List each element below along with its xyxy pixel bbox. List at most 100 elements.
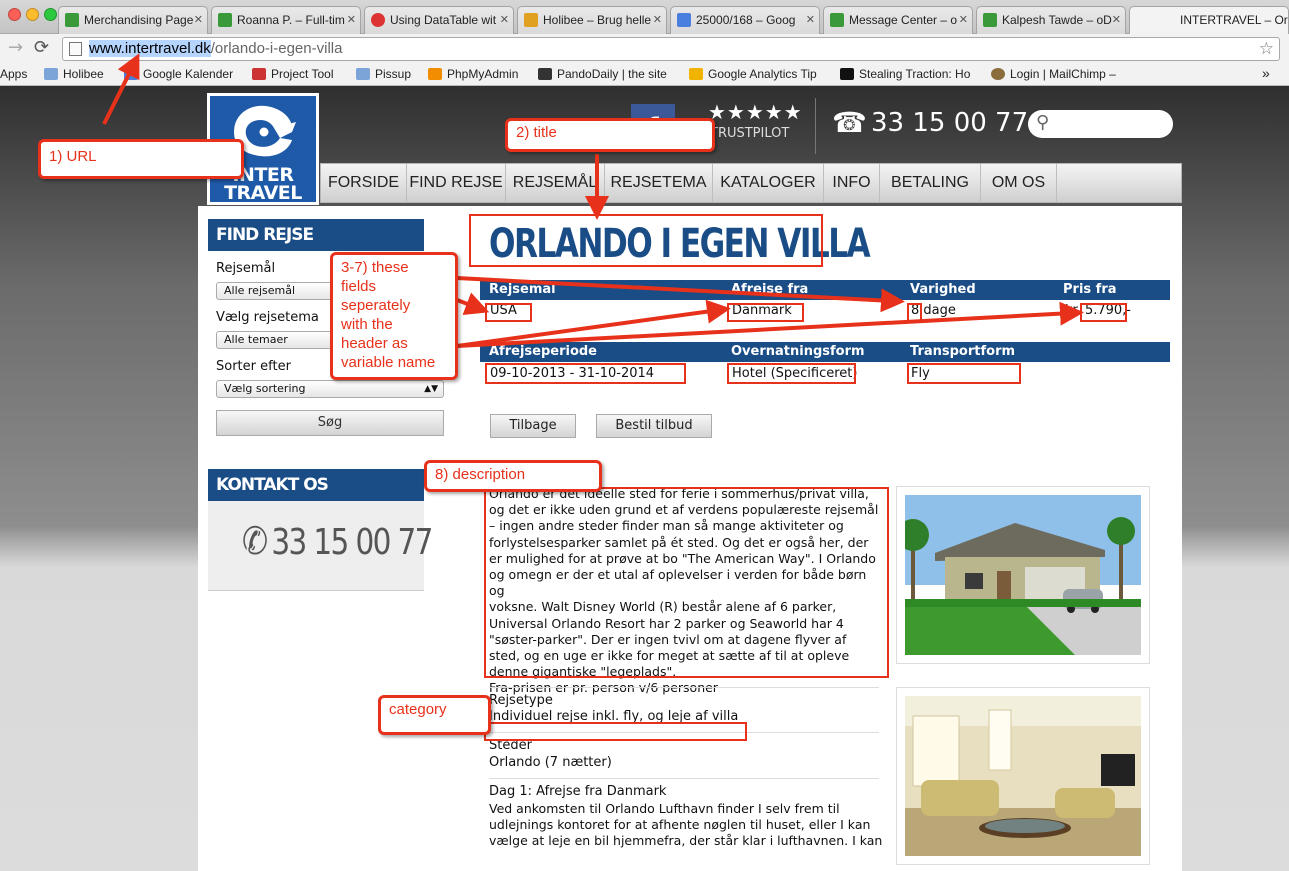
villa-exterior-photo[interactable] [896,486,1150,664]
villa-exterior-image [905,495,1141,655]
url-host: www.intertravel.dk [89,40,211,57]
zoom-window-button[interactable] [44,8,57,21]
medium-icon [840,68,854,80]
header-rejsemal: Rejsemål [489,282,556,297]
nav-kataloger[interactable]: KATALOGER [713,164,824,202]
nav-rejsemal[interactable]: REJSEMÅL [506,164,605,202]
nav-info[interactable]: INFO [824,164,880,202]
highlight-danmark [727,303,804,322]
nav-forside[interactable]: FORSIDE [321,164,407,202]
browser-tab[interactable]: Merchandising Page ✕ [58,6,208,34]
highlight-varighed [907,303,922,322]
find-rejse-heading: FIND REJSE [208,219,424,251]
search-icon: ⚲ [1036,112,1050,133]
main-navigation: FORSIDE FIND REJSE REJSEMÅL REJSETEMA KA… [320,163,1182,203]
tab-favicon-icon [65,13,79,27]
bookmark-phpmyadmin[interactable]: PhpMyAdmin [428,67,518,81]
forward-arrow-icon[interactable]: → [8,36,23,60]
mailchimp-icon [991,68,1005,80]
reload-icon[interactable]: ⟳ [34,36,49,60]
header-afrejseperiode: Afrejseperiode [489,344,597,359]
travel-type-label: Rejsetype [489,693,553,708]
bookmarks-bar: Apps Holibee Google Kalender Project Too… [0,62,1289,86]
analytics-icon [689,68,703,80]
project-icon [252,68,266,80]
telephone-icon: ☎ [832,106,867,139]
header-varighed: Varighed [910,282,976,297]
calendar-icon [124,68,138,80]
trustpilot-label[interactable]: TRUSTPILOT [710,126,789,141]
highlight-usa [485,303,532,322]
address-bar[interactable]: www.intertravel.dk/orlando-i-egen-villa … [62,37,1280,61]
villa-interior-photo[interactable] [896,687,1150,865]
folder-icon [356,68,370,80]
pando-icon [538,68,552,80]
tab-favicon-icon [677,13,691,27]
close-tab-icon[interactable]: ✕ [806,7,815,33]
tab-favicon-icon [371,13,385,27]
header-phone-number: 33 15 00 77 [871,108,1029,138]
header-overnatningsform: Overnatningsform [731,344,865,359]
order-offer-button[interactable]: Bestil tilbud [596,414,712,438]
minimize-window-button[interactable] [26,8,39,21]
section-divider [489,778,879,779]
bookmark-google-kalender[interactable]: Google Kalender [124,67,233,81]
nav-om-os[interactable]: OM OS [981,164,1057,202]
annotation-category: category [378,695,491,735]
browser-tab[interactable]: 25000/168 – Goog ✕ [670,6,820,34]
info-header-row-1: Rejsemål Afrejse fra Varighed Pris fra [480,280,1170,300]
bookmarks-overflow-button[interactable]: » [1262,65,1270,81]
bookmark-google-analytics[interactable]: Google Analytics Tip [689,67,817,81]
browser-tab[interactable]: Message Center – o ✕ [823,6,973,34]
bookmark-star-icon[interactable]: ☆ [1259,38,1274,60]
close-tab-icon[interactable]: ✕ [347,7,356,33]
kontakt-os-heading: KONTAKT OS [208,469,424,501]
close-tab-icon[interactable]: ✕ [500,7,509,33]
browser-tab[interactable]: Roanna P. – Full-tim ✕ [211,6,361,34]
browser-tab[interactable]: Using DataTable wit ✕ [364,6,514,34]
browser-tab-bar: Merchandising Page ✕ Roanna P. – Full-tim… [0,0,1289,35]
bookmark-mailchimp[interactable]: Login | MailChimp – [991,67,1116,81]
page-icon [69,42,82,56]
search-button[interactable]: Søg [216,410,444,436]
phone-handset-icon: ✆ [242,519,268,563]
sort-select[interactable]: Vælg sortering ▲▼ [216,380,444,398]
browser-tab[interactable]: Kalpesh Tawde – oD ✕ [976,6,1126,34]
header-pris-fra: Pris fra [1063,282,1117,297]
bookmark-project-tool[interactable]: Project Tool [252,67,333,81]
close-tab-icon[interactable]: ✕ [194,7,203,33]
contact-phone: ✆ 33 15 00 77 [242,519,433,563]
back-button[interactable]: Tilbage [490,414,576,438]
header-afrejse-fra: Afrejse fra [731,282,809,297]
theme-label: Vælg rejsetema [216,310,319,325]
header-divider [815,98,816,154]
bookmark-stealing-traction[interactable]: Stealing Traction: Ho [840,67,970,81]
browser-tab[interactable]: Holibee – Brug helle ✕ [517,6,667,34]
nav-find-rejse[interactable]: FIND REJSE [407,164,506,202]
annotation-description: 8) description [424,460,602,492]
website: INTER TRAVEL f ★★★★★ TRUSTPILOT ☎ 33 15 … [0,86,1289,871]
tab-favicon-icon [830,13,844,27]
nav-rejsetema[interactable]: REJSETEMA [605,164,713,202]
rating-stars-icon: ★★★★★ [708,100,803,124]
header-transportform: Transportform [910,344,1016,359]
close-window-button[interactable] [8,8,21,21]
highlight-title [469,214,823,267]
browser-tab-active[interactable]: INTERTRAVEL – Orla [1129,6,1289,35]
nav-betaling[interactable]: BETALING [880,164,981,202]
close-tab-icon[interactable]: ✕ [653,7,662,33]
destination-label: Rejsemål [216,261,276,276]
site-search-input[interactable]: ⚲ [1028,110,1173,138]
close-tab-icon[interactable]: ✕ [1112,7,1121,33]
highlight-price [1080,303,1127,322]
sort-label: Sorter efter [216,359,291,374]
bookmark-apps[interactable]: Apps [0,67,27,81]
close-tab-icon[interactable]: ✕ [959,7,968,33]
bookmark-pandodaily[interactable]: PandoDaily | the site [538,67,667,81]
annotation-title: 2) title [505,118,715,152]
highlight-category [484,722,747,741]
places-value: Orlando (7 nætter) [489,755,612,770]
bookmark-pissup[interactable]: Pissup [356,67,411,81]
day1-text: Ved ankomsten til Orlando Lufthavn finde… [489,801,883,849]
bookmark-holibee[interactable]: Holibee [44,67,104,81]
